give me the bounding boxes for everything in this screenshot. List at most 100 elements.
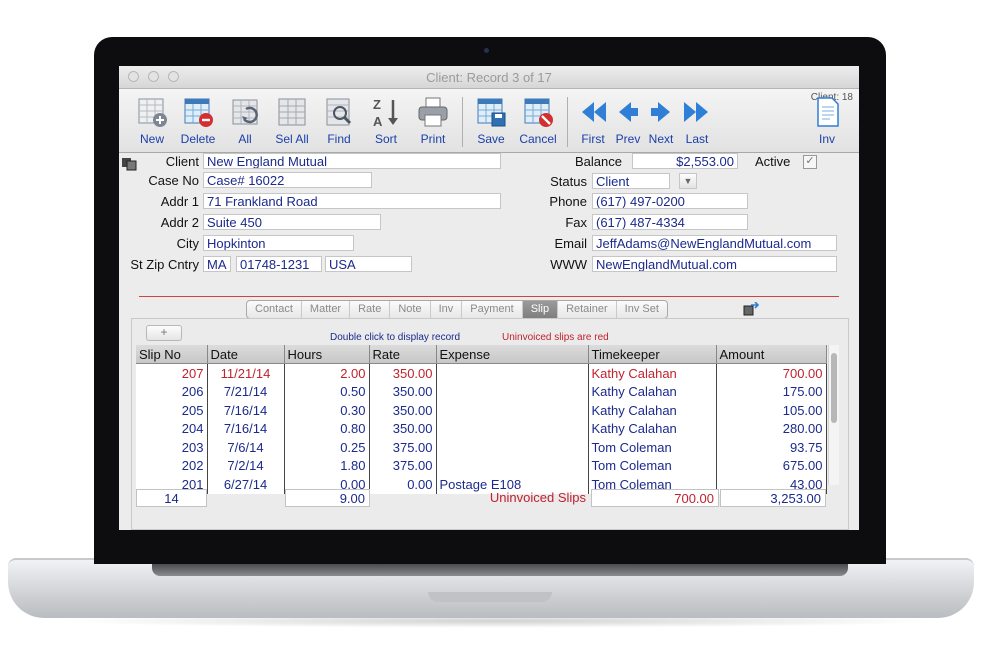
last-record-button[interactable]: Last xyxy=(675,95,719,151)
find-label: Find xyxy=(327,132,351,146)
invoice-icon xyxy=(817,97,839,127)
column-header-slip-no[interactable]: Slip No xyxy=(136,345,208,364)
cell-expense xyxy=(436,401,589,420)
tab-retainer[interactable]: Retainer xyxy=(558,301,617,318)
table-row[interactable]: 206 7/21/14 0.50 350.00 Kathy Calahan 175.00 xyxy=(136,382,827,401)
link-records-icon[interactable] xyxy=(743,302,759,316)
cell-tk: Kathy Calahan xyxy=(588,382,717,401)
new-record-icon xyxy=(138,98,167,127)
tab-contact[interactable]: Contact xyxy=(247,301,302,318)
tab-note[interactable]: Note xyxy=(390,301,431,318)
addr1-field[interactable]: 71 Frankland Road xyxy=(203,193,501,209)
save-button[interactable]: Save xyxy=(469,95,513,151)
table-row[interactable]: 203 7/6/14 0.25 375.00 Tom Coleman 93.75 xyxy=(136,438,827,457)
table-row[interactable]: 204 7/16/14 0.80 350.00 Kathy Calahan 280.00 xyxy=(136,419,827,438)
table-row[interactable]: 207 11/21/14 2.00 350.00 Kathy Calahan 700.00 xyxy=(136,363,827,383)
next-arrow-icon xyxy=(651,102,670,122)
column-header-amount[interactable]: Amount xyxy=(716,345,827,364)
print-button[interactable]: Print xyxy=(411,95,455,151)
status-dropdown-button[interactable]: ▼ xyxy=(679,173,697,189)
camera-icon xyxy=(484,48,489,53)
cell-slip: 203 xyxy=(136,438,208,457)
fax-field[interactable]: (617) 487-4334 xyxy=(592,214,748,230)
cell-amount: 175.00 xyxy=(716,382,827,401)
delete-label: Delete xyxy=(180,132,216,146)
scroll-thumb[interactable] xyxy=(831,353,837,423)
cell-hours: 0.50 xyxy=(284,382,370,401)
fax-label: Fax xyxy=(565,215,587,230)
column-header-timekeeper[interactable]: Timekeeper xyxy=(588,345,717,364)
new-label: New xyxy=(139,132,164,146)
select-all-icon xyxy=(278,98,306,126)
sort-az-icon: Z A xyxy=(373,97,398,129)
cell-date: 7/6/14 xyxy=(207,438,285,457)
totals-row: 14 9.00 Uninvoiced Slips 700.00 3,253.00 xyxy=(136,489,826,509)
uninvoiced-amount: 700.00 xyxy=(591,489,719,507)
double-click-hint: Double click to display record xyxy=(330,332,461,343)
cell-date: 7/21/14 xyxy=(207,382,285,401)
tab-payment[interactable]: Payment xyxy=(462,301,523,318)
cell-rate: 350.00 xyxy=(369,401,437,420)
case-no-field[interactable]: Case# 16022 xyxy=(203,172,372,188)
table-row[interactable]: 205 7/16/14 0.30 350.00 Kathy Calahan 105.00 xyxy=(136,401,827,420)
inv-label: Inv xyxy=(818,132,835,146)
delete-button[interactable]: Delete xyxy=(176,95,220,151)
toolbar: Client: 18 New Delete xyxy=(119,89,859,153)
total-hours: 9.00 xyxy=(285,489,370,507)
zip-field[interactable]: 01748-1231 xyxy=(236,256,322,272)
client-name-field[interactable]: New England Mutual xyxy=(203,153,501,169)
toolbar-separator xyxy=(567,97,568,147)
cell-hours: 0.80 xyxy=(284,419,370,438)
column-header-expense[interactable]: Expense xyxy=(436,345,589,364)
cell-expense xyxy=(436,363,589,383)
country-field[interactable]: USA xyxy=(325,256,412,272)
add-slip-button[interactable]: + xyxy=(146,325,182,341)
cell-rate: 375.00 xyxy=(369,456,437,475)
cell-hours: 0.30 xyxy=(284,401,370,420)
cell-date: 7/16/14 xyxy=(207,419,285,438)
state-field[interactable]: MA xyxy=(203,256,231,272)
record-lookup-icon[interactable] xyxy=(121,157,137,171)
column-header-rate[interactable]: Rate xyxy=(369,345,437,364)
cell-expense xyxy=(436,382,589,401)
table-row[interactable]: 202 7/2/14 1.80 375.00 Tom Coleman 675.00 xyxy=(136,456,827,475)
cancel-button[interactable]: Cancel xyxy=(516,95,560,151)
website-field[interactable]: NewEnglandMutual.com xyxy=(592,256,837,272)
cell-amount: 700.00 xyxy=(716,363,827,383)
cell-expense xyxy=(436,438,589,457)
sort-button[interactable]: Z A Sort xyxy=(364,95,408,151)
tab-matter[interactable]: Matter xyxy=(302,301,351,318)
tab-slip[interactable]: Slip xyxy=(522,301,559,318)
addr2-field[interactable]: Suite 450 xyxy=(203,214,381,230)
status-select[interactable]: Client xyxy=(592,173,670,189)
print-label: Print xyxy=(420,132,446,146)
new-button[interactable]: New xyxy=(130,95,174,151)
balance-field: $2,553.00 xyxy=(632,153,738,169)
cancel-label: Cancel xyxy=(519,132,557,146)
invoice-button[interactable]: Inv xyxy=(805,95,849,151)
find-button[interactable]: Find xyxy=(317,95,361,151)
www-label: WWW xyxy=(550,257,587,272)
cell-date: 11/21/14 xyxy=(207,363,285,383)
tab-inv[interactable]: Inv xyxy=(431,301,463,318)
cell-date: 7/2/14 xyxy=(207,456,285,475)
phone-field[interactable]: (617) 497-0200 xyxy=(592,193,748,209)
slips-scrollbar[interactable] xyxy=(828,345,839,485)
title-bar[interactable]: Client: Record 3 of 17 xyxy=(119,66,859,89)
column-header-hours[interactable]: Hours xyxy=(284,345,370,364)
form-divider xyxy=(139,296,839,297)
select-all-button[interactable]: Sel All xyxy=(270,95,314,151)
tab-rate[interactable]: Rate xyxy=(350,301,391,318)
city-field[interactable]: Hopkinton xyxy=(203,235,354,251)
column-header-date[interactable]: Date xyxy=(207,345,285,364)
slip-panel: + Double click to display record Uninvoi… xyxy=(131,318,849,530)
cell-date: 7/16/14 xyxy=(207,401,285,420)
addr1-label: Addr 1 xyxy=(160,194,199,209)
cell-slip: 204 xyxy=(136,419,208,438)
app-window: Client: Record 3 of 17 Client: 18 New De… xyxy=(119,66,859,530)
all-button[interactable]: All xyxy=(223,95,267,151)
active-checkbox[interactable]: ✓ xyxy=(803,155,817,169)
email-field[interactable]: JeffAdams@NewEnglandMutual.com xyxy=(592,235,837,251)
tab-inv-set[interactable]: Inv Set xyxy=(617,301,667,318)
printer-icon xyxy=(418,97,448,127)
